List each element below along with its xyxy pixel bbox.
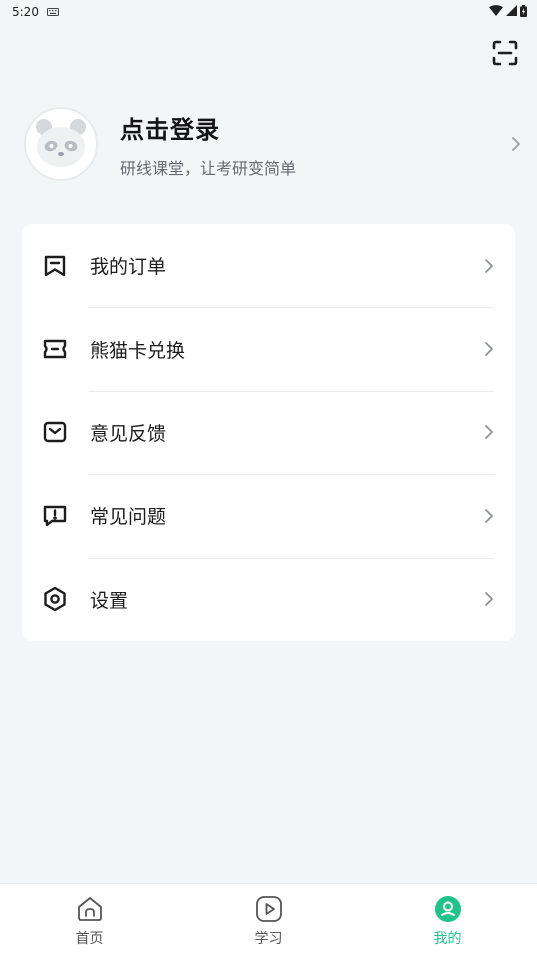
chevron-right-icon	[484, 258, 494, 274]
avatar[interactable]	[24, 107, 98, 181]
menu-item-label: 我的订单	[90, 256, 167, 279]
user-icon	[433, 894, 463, 924]
mail-icon	[42, 419, 68, 445]
alert-message-icon	[42, 503, 68, 529]
menu-item-label: 意见反馈	[90, 422, 167, 445]
play-icon	[254, 894, 284, 924]
chevron-right-icon	[484, 424, 494, 440]
chevron-right-icon	[484, 508, 494, 524]
nav-label: 学习	[254, 931, 283, 947]
menu-item-panda-card[interactable]: 熊猫卡兑换	[22, 307, 515, 390]
menu-item-label: 设置	[90, 589, 129, 612]
ticket-icon	[42, 336, 68, 362]
menu-item-label: 常见问题	[90, 506, 167, 529]
chevron-right-icon	[484, 341, 494, 357]
keyboard-icon	[46, 5, 59, 19]
nav-label: 我的	[433, 931, 462, 947]
menu-item-label: 熊猫卡兑换	[90, 339, 186, 362]
menu-item-faq[interactable]: 常见问题	[22, 474, 515, 557]
home-icon	[75, 894, 105, 924]
profile-text: 点击登录 研线课堂，让考研变简单	[120, 110, 507, 179]
menu-item-orders[interactable]: 我的订单	[22, 224, 515, 307]
scan-icon	[492, 40, 518, 70]
scan-button[interactable]	[490, 40, 520, 70]
profile-screen: 5:20 点击登录 研线课堂，让考研变简单 我的订单 熊猫卡兑换 意见反馈 常见…	[0, 0, 537, 956]
bookmark-icon	[42, 253, 68, 279]
menu-card: 我的订单 熊猫卡兑换 意见反馈 常见问题 设置	[22, 224, 515, 641]
nav-item-mine[interactable]: 我的	[388, 892, 508, 948]
battery-icon	[520, 4, 527, 20]
status-right	[489, 4, 527, 20]
menu-item-feedback[interactable]: 意见反馈	[22, 390, 515, 474]
login-subtitle: 研线课堂，让考研变简单	[120, 158, 297, 178]
bottom-nav: 首页 学习 我的	[0, 883, 537, 956]
login-title[interactable]: 点击登录	[120, 110, 507, 145]
nav-label: 首页	[75, 931, 104, 947]
chevron-right-icon	[507, 136, 521, 152]
status-bar: 5:20	[0, 0, 537, 24]
cell-signal-icon	[506, 5, 517, 19]
nav-item-home[interactable]: 首页	[30, 892, 150, 948]
menu-item-settings[interactable]: 设置	[22, 557, 515, 641]
login-profile-row[interactable]: 点击登录 研线课堂，让考研变简单	[24, 106, 521, 182]
nav-item-study[interactable]: 学习	[209, 892, 329, 948]
hexagon-settings-icon	[42, 586, 68, 612]
panda-avatar-icon	[29, 110, 93, 178]
chevron-right-icon	[484, 591, 494, 607]
status-time: 5:20	[12, 5, 39, 19]
wifi-icon	[489, 5, 503, 19]
status-left: 5:20	[12, 5, 59, 19]
